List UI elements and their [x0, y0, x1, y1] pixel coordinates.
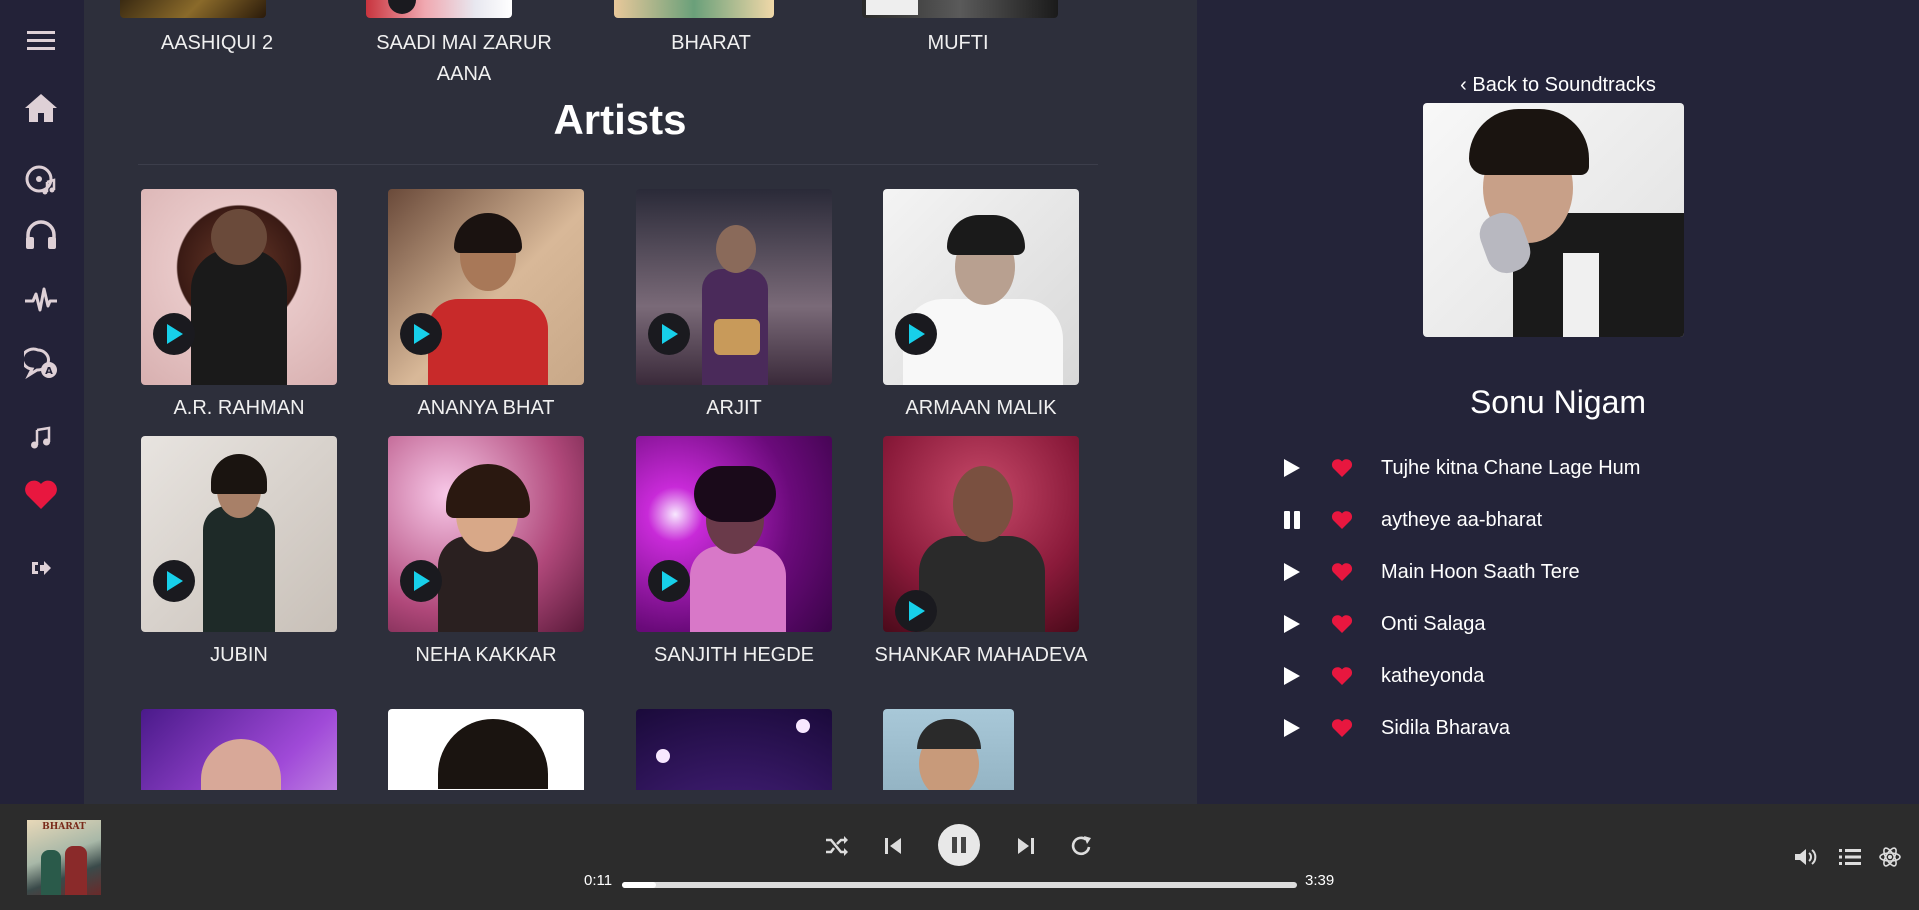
artist-name[interactable]: JUBIN [124, 640, 354, 671]
artist-card[interactable] [141, 709, 337, 790]
track-title[interactable]: Main Hoon Saath Tere [1381, 561, 1580, 584]
progress-fill [622, 882, 656, 888]
artist-name[interactable]: ARMAAN MALIK [866, 393, 1096, 424]
track-row[interactable]: Onti Salaga [1277, 604, 1486, 644]
skip-back-icon[interactable] [879, 832, 907, 860]
album-cover[interactable] [862, 0, 1058, 18]
album-cover[interactable] [366, 0, 512, 18]
music-note-icon[interactable] [18, 418, 64, 458]
play-button[interactable] [400, 560, 442, 602]
cover-text: BHARAT [42, 822, 86, 832]
menu-icon[interactable] [18, 21, 64, 61]
play-track-button[interactable] [1277, 713, 1307, 743]
artist-card[interactable] [636, 436, 832, 632]
queue-list-icon[interactable] [1836, 844, 1864, 870]
play-track-button[interactable] [1277, 661, 1307, 691]
music-disc-icon[interactable] [18, 160, 64, 200]
favorite-heart-icon[interactable] [1327, 453, 1357, 483]
play-track-button[interactable] [1277, 557, 1307, 587]
divider [138, 164, 1098, 165]
album-title[interactable]: MUFTI [848, 28, 1068, 59]
pause-button[interactable] [938, 824, 980, 866]
track-title[interactable]: katheyonda [1381, 665, 1484, 688]
artist-card[interactable] [141, 189, 337, 385]
play-button[interactable] [895, 590, 937, 632]
now-playing-cover[interactable]: BHARAT [27, 820, 101, 895]
track-row[interactable]: Tujhe kitna Chane Lage Hum [1277, 448, 1640, 488]
artist-name[interactable]: ANANYA BHAT [371, 393, 601, 424]
track-title[interactable]: aytheye aa-bharat [1381, 509, 1542, 532]
back-link[interactable]: ‹ Back to Soundtracks [1197, 74, 1919, 97]
album-title[interactable]: BHARAT [601, 28, 821, 59]
favorite-heart-icon[interactable] [1327, 557, 1357, 587]
artist-card[interactable] [388, 709, 584, 790]
shuffle-icon[interactable] [823, 832, 851, 860]
logout-icon[interactable] [18, 548, 64, 588]
album-cover[interactable] [120, 0, 266, 18]
section-title: Artists [553, 96, 687, 143]
play-button[interactable] [400, 313, 442, 355]
play-button[interactable] [648, 313, 690, 355]
artist-photo [1423, 103, 1684, 337]
react-atom-icon[interactable] [1877, 844, 1903, 870]
artist-card[interactable] [883, 709, 1014, 790]
favorite-heart-icon[interactable] [1327, 609, 1357, 639]
artist-name[interactable]: SANJITH HEGDE [619, 640, 849, 671]
artist-card[interactable] [883, 189, 1079, 385]
track-row[interactable]: aytheye aa-bharat [1277, 500, 1542, 540]
artist-detail-panel: ‹ Back to Soundtracks Sonu Nigam Tujhe k… [1197, 0, 1919, 804]
play-track-button[interactable] [1277, 453, 1307, 483]
play-button[interactable] [153, 313, 195, 355]
main-content: AASHIQUI 2 SAADI MAI ZARUR AANA BHARAT M… [84, 0, 1197, 790]
track-title[interactable]: Tujhe kitna Chane Lage Hum [1381, 457, 1640, 480]
repeat-icon[interactable] [1068, 832, 1096, 860]
artist-card[interactable] [883, 436, 1079, 632]
home-icon[interactable] [18, 88, 64, 128]
favorite-heart-icon[interactable] [1327, 713, 1357, 743]
play-button[interactable] [153, 560, 195, 602]
chat-translate-icon[interactable]: A [18, 343, 64, 383]
track-row[interactable]: Sidila Bharava [1277, 708, 1510, 748]
artist-name[interactable]: A.R. RAHMAN [124, 393, 354, 424]
artist-name[interactable]: NEHA KAKKAR [371, 640, 601, 671]
favorite-heart-icon[interactable] [1327, 505, 1357, 535]
play-button[interactable] [648, 560, 690, 602]
play-button[interactable] [895, 313, 937, 355]
skip-forward-icon[interactable] [1012, 832, 1040, 860]
artist-name[interactable]: ARJIT [619, 393, 849, 424]
album-title[interactable]: AASHIQUI 2 [107, 28, 327, 59]
current-time: 0:11 [584, 872, 613, 889]
heart-icon[interactable] [18, 474, 64, 514]
sidebar: A [0, 0, 84, 804]
pulse-icon[interactable] [18, 280, 64, 320]
headphones-icon[interactable] [18, 215, 64, 255]
progress-bar[interactable] [622, 882, 1297, 888]
svg-text:A: A [45, 366, 53, 377]
album-title[interactable]: SAADI MAI ZARUR AANA [354, 28, 574, 90]
volume-icon[interactable] [1793, 844, 1821, 870]
artist-card[interactable] [388, 189, 584, 385]
artist-name[interactable]: SHANKAR MAHADEVA [866, 640, 1096, 671]
artist-card[interactable] [636, 189, 832, 385]
favorite-heart-icon[interactable] [1327, 661, 1357, 691]
pause-track-button[interactable] [1277, 505, 1307, 535]
album-cover[interactable] [614, 0, 774, 18]
track-row[interactable]: katheyonda [1277, 656, 1484, 696]
artist-name-heading: Sonu Nigam [1469, 384, 1647, 420]
track-title[interactable]: Onti Salaga [1381, 613, 1486, 636]
track-title[interactable]: Sidila Bharava [1381, 717, 1510, 740]
artist-card[interactable] [141, 436, 337, 632]
play-track-button[interactable] [1277, 609, 1307, 639]
artist-card[interactable] [636, 709, 832, 790]
artist-card[interactable] [388, 436, 584, 632]
track-row[interactable]: Main Hoon Saath Tere [1277, 552, 1580, 592]
total-time: 3:39 [1305, 872, 1335, 889]
